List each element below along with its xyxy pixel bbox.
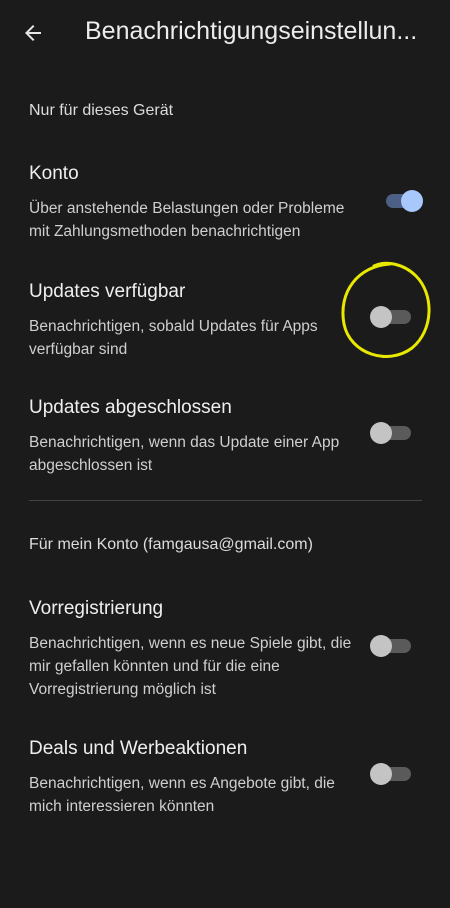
- toggle-thumb: [401, 190, 423, 212]
- toggle-switch[interactable]: [370, 306, 414, 328]
- page-title: Benachrichtigungseinstellun...: [85, 17, 418, 45]
- setting-description: Benachrichtigen, sobald Updates für Apps…: [29, 318, 318, 358]
- section-divider: [29, 500, 422, 501]
- toggle-switch[interactable]: [370, 635, 414, 657]
- setting-description: Über anstehende Belastungen oder Problem…: [29, 200, 345, 240]
- setting-konto[interactable]: Konto Über anstehende Belastungen oder P…: [0, 163, 450, 243]
- section-header-account: Für mein Konto (famgausa@gmail.com): [29, 536, 313, 553]
- back-button[interactable]: [14, 14, 52, 52]
- section-header-device: Nur für dieses Gerät: [29, 102, 174, 119]
- setting-title: Vorregistrierung: [29, 598, 164, 619]
- setting-title: Deals und Werbeaktionen: [29, 738, 248, 759]
- toggle-switch[interactable]: [370, 422, 414, 444]
- toggle-switch[interactable]: [370, 763, 414, 785]
- setting-description: Benachrichtigen, wenn es neue Spiele gib…: [29, 635, 352, 698]
- toggle-thumb: [370, 306, 392, 328]
- arrow-left-icon: [25, 25, 41, 41]
- setting-title: Updates abgeschlossen: [29, 397, 232, 418]
- toggle-switch[interactable]: [383, 190, 423, 212]
- toggle-thumb: [370, 635, 392, 657]
- setting-vorregistrierung[interactable]: Vorregistrierung Benachrichtigen, wenn e…: [0, 598, 450, 698]
- toggle-thumb: [370, 422, 392, 444]
- app-bar: Benachrichtigungseinstellun...: [0, 0, 450, 66]
- setting-description: Benachrichtigen, wenn das Update einer A…: [29, 434, 340, 474]
- setting-updates-verfuegbar[interactable]: Updates verfügbar Benachrichtigen, sobal…: [0, 281, 450, 361]
- setting-deals-werbeaktionen[interactable]: Deals und Werbeaktionen Benachrichtigen,…: [0, 738, 450, 818]
- setting-updates-abgeschlossen[interactable]: Updates abgeschlossen Benachrichtigen, w…: [0, 397, 450, 477]
- toggle-thumb: [370, 763, 392, 785]
- setting-title: Updates verfügbar: [29, 281, 186, 302]
- setting-title: Konto: [29, 163, 79, 184]
- setting-description: Benachrichtigen, wenn es Angebote gibt, …: [29, 775, 335, 815]
